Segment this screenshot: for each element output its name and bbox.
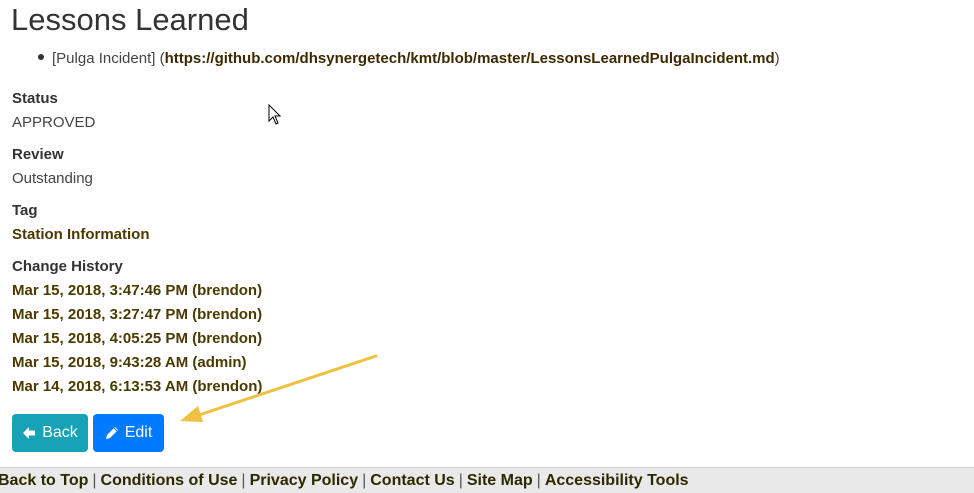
back-button[interactable]: Back: [12, 414, 88, 452]
history-entry[interactable]: Mar 15, 2018, 4:05:25 PM (brendon): [12, 329, 262, 349]
footer-link-accessibility-tools[interactable]: Accessibility Tools: [545, 472, 689, 489]
change-history-label: Change History: [12, 258, 123, 275]
reference-close-paren: ): [774, 50, 780, 67]
footer-link-privacy-policy[interactable]: Privacy Policy: [250, 472, 359, 489]
footer: Back to Top | Conditions of Use | Privacy Po…: [0, 467, 974, 493]
history-entry[interactable]: Mar 14, 2018, 6:13:53 AM (brendon): [12, 377, 262, 397]
footer-link-site-map[interactable]: Site Map: [467, 472, 533, 489]
reference-list-item: [Pulga Incident] (https://github.com/dhs…: [38, 49, 780, 69]
edit-button-label: Edit: [124, 424, 153, 441]
status-label: Status: [12, 90, 58, 107]
edit-button[interactable]: Edit: [93, 414, 164, 452]
footer-separator: |: [362, 472, 367, 489]
mouse-cursor-icon: [268, 104, 282, 125]
bullet-dot: [38, 54, 44, 61]
footer-separator: |: [458, 472, 463, 489]
back-button-label: Back: [42, 424, 78, 441]
footer-link-contact-us[interactable]: Contact Us: [370, 472, 454, 489]
tag-link[interactable]: Station Information: [12, 225, 150, 245]
tag-label: Tag: [12, 202, 38, 219]
history-entry[interactable]: Mar 15, 2018, 3:47:46 PM (brendon): [12, 281, 262, 301]
review-label: Review: [12, 146, 64, 163]
history-entry[interactable]: Mar 15, 2018, 3:27:47 PM (brendon): [12, 305, 262, 325]
footer-link-conditions-of-use[interactable]: Conditions of Use: [101, 472, 238, 489]
footer-separator: |: [241, 472, 246, 489]
arrow-left-icon: [22, 426, 36, 440]
status-value: APPROVED: [12, 114, 96, 131]
review-value: Outstanding: [12, 170, 93, 187]
footer-separator: |: [536, 472, 541, 489]
reference-open-paren: (: [155, 50, 165, 67]
pencil-icon: [105, 426, 119, 440]
history-entry[interactable]: Mar 15, 2018, 9:43:28 AM (admin): [12, 353, 247, 373]
footer-link-back-to-top[interactable]: Back to Top: [0, 472, 88, 489]
page: Lessons Learned [Pulga Incident] (https:…: [0, 0, 974, 493]
footer-separator: |: [92, 472, 97, 489]
reference-label: [Pulga Incident]: [52, 50, 156, 67]
page-title: Lessons Learned: [11, 2, 249, 37]
reference-link[interactable]: https://github.com/dhsynergetech/kmt/blo…: [165, 50, 775, 67]
